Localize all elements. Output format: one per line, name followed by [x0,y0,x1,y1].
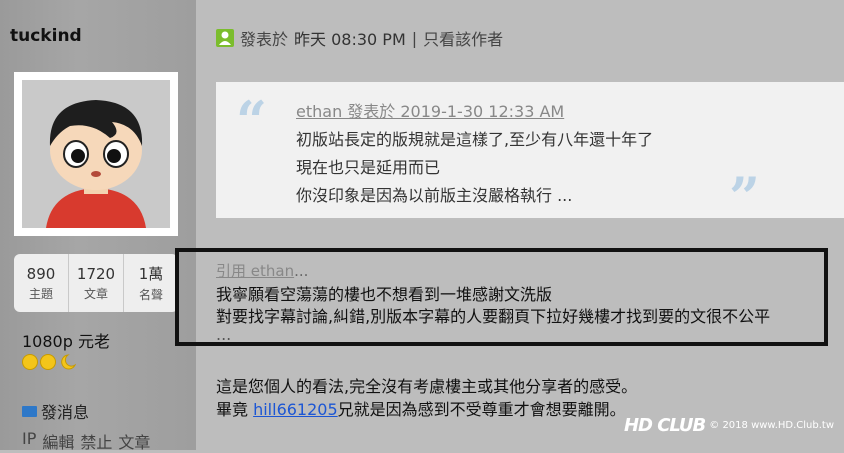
open-quote-icon: “ [236,89,268,153]
quote-block: “ ethan 發表於 2019-1-30 12:33 AM 初版站長定的版規就… [216,82,844,224]
username[interactable]: tuckind [10,26,82,46]
header-separator: | [411,28,418,48]
stat-reputation-value: 1萬 [138,265,164,283]
quote-line: 你沒印象是因為以前版主沒嚴格執行 ... [296,186,573,205]
sun-medal-icon [22,354,38,370]
comment-suffix: 兄就是因為感到不受尊重才會想要離開。 [337,400,626,419]
author-sidebar: tuckind 890 主題 1720 文章 1萬 名聲 1080p 元老 發消… [0,0,196,453]
stat-threads-value: 890 [26,264,56,283]
stat-reputation-label: 名聲 [138,288,163,302]
quote-author-link[interactable]: ethan 發表於 2019-1-30 12:33 AM [296,98,564,122]
avatar[interactable] [14,72,178,236]
ban-link[interactable]: 禁止 [80,429,112,453]
author-only-link[interactable]: 只看該作者 [423,26,503,50]
online-status-icon [216,29,234,47]
edit-link[interactable]: 編輯 [42,429,74,453]
watermark: HD CLUB © 2018 www.HD.Club.tw [624,415,834,436]
admin-links: IP 編輯 禁止 文章 [22,429,150,453]
hdclub-logo: HD CLUB [623,415,706,436]
moon-medal-icon [58,354,77,370]
medal-badges [22,354,77,370]
close-quote-icon: ” [728,165,760,229]
send-message-link[interactable]: 發消息 [22,399,89,423]
stat-threads[interactable]: 890 主題 [14,254,69,312]
comment-prefix: 畢竟 [216,400,254,419]
quote-line: 現在也只是延用而已 [296,158,441,177]
highlight-box [175,248,828,346]
stat-posts-label: 文章 [83,286,108,301]
comment-line: 這是您個人的看法,完全沒有考慮樓主或其他分享者的感受。 [216,377,638,396]
posted-time: 昨天 08:30 PM [294,30,406,49]
watermark-text: © 2018 www.HD.Club.tw [709,420,834,431]
stat-posts-value: 1720 [76,264,116,283]
sun-medal-icon [40,354,56,370]
post-content: 發表於 昨天 08:30 PM | 只看該作者 “ ethan 發表於 2019… [196,0,844,450]
envelope-icon [22,405,37,417]
user-mention-link[interactable]: hill661205 [253,400,338,419]
quote-line: 初版站長定的版規就是這樣了,至少有八年還十年了 [296,130,654,149]
avatar-image [22,80,170,228]
comment-line: 畢竟 hill661205兄就是因為感到不受尊重才會想要離開。 [216,396,626,420]
stat-posts[interactable]: 1720 文章 [69,254,124,312]
stat-reputation[interactable]: 1萬 名聲 [124,254,178,312]
ip-link[interactable]: IP [22,429,36,453]
user-rank: 1080p 元老 [22,332,110,351]
send-message-label: 發消息 [41,403,90,422]
stat-threads-label: 主題 [28,286,53,301]
post-header: 發表於 昨天 08:30 PM | 只看該作者 [216,26,503,50]
posted-label: 發表於 [240,30,289,49]
posts-link[interactable]: 文章 [118,429,150,453]
cartoon-avatar-icon [22,80,170,228]
user-stats: 890 主題 1720 文章 1萬 名聲 [14,254,178,312]
